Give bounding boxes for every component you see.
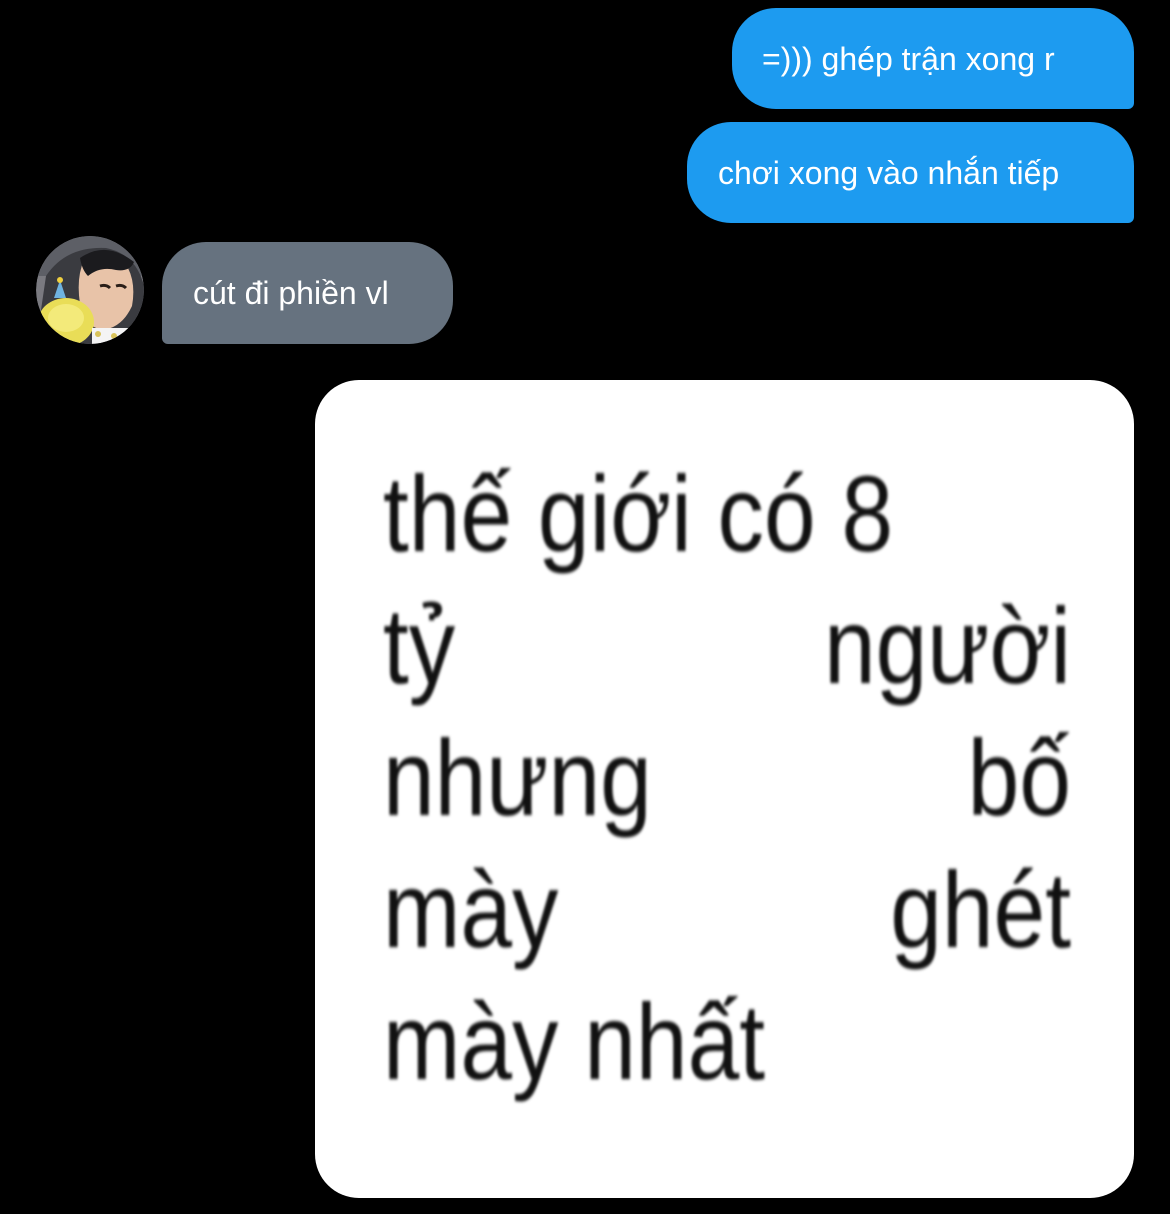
received-message-bubble[interactable]: cút đi phiền vl bbox=[162, 242, 453, 344]
meme-word: ghét bbox=[890, 849, 1071, 970]
meme-line: mày nhất bbox=[383, 976, 1071, 1108]
sent-message-bubble[interactable]: =))) ghép trận xong r bbox=[732, 8, 1134, 109]
meme-word: người bbox=[823, 585, 1071, 706]
meme-image-text: thế giới có 8 tỷ người nhưng bố mày ghét… bbox=[383, 448, 1071, 1108]
meme-word: bố bbox=[967, 717, 1071, 838]
user-avatar-icon bbox=[36, 236, 144, 344]
meme-word: mày nhất bbox=[383, 981, 766, 1102]
meme-word: tỷ bbox=[383, 585, 456, 706]
meme-line: mày ghét bbox=[383, 844, 1071, 976]
meme-word: thế giới có 8 bbox=[383, 453, 894, 574]
message-text: cút đi phiền vl bbox=[193, 275, 389, 311]
avatar[interactable] bbox=[36, 236, 144, 344]
meme-line: tỷ người bbox=[383, 580, 1071, 712]
meme-word: mày bbox=[383, 849, 559, 970]
meme-line: nhưng bố bbox=[383, 712, 1071, 844]
message-text: =))) ghép trận xong r bbox=[762, 40, 1055, 77]
sent-message-bubble[interactable]: chơi xong vào nhắn tiếp bbox=[687, 122, 1134, 223]
meme-line: thế giới có 8 bbox=[383, 448, 1071, 580]
message-text: chơi xong vào nhắn tiếp bbox=[718, 154, 1060, 191]
meme-word: nhưng bbox=[383, 717, 652, 838]
image-message[interactable]: thế giới có 8 tỷ người nhưng bố mày ghét… bbox=[315, 380, 1134, 1198]
